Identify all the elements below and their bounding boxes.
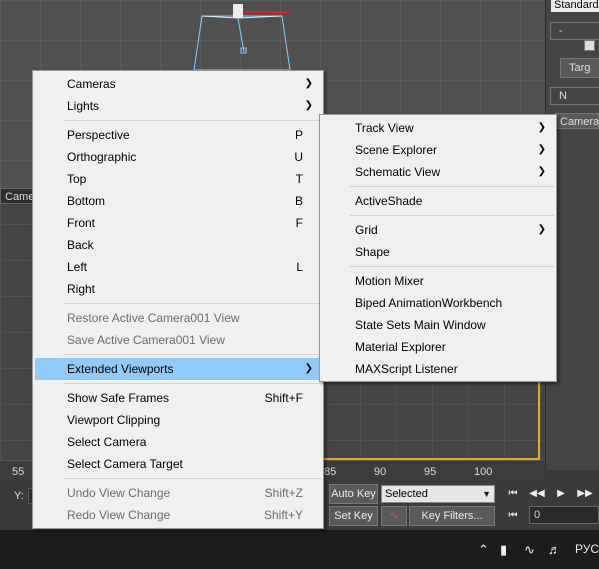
key-mode-value: Selected <box>385 488 428 500</box>
chevron-right-icon: ❯ <box>304 363 313 374</box>
menu-item-undo-view-change[interactable]: Undo View Change Shift+Z <box>35 482 321 504</box>
menu-item-lights[interactable]: Lights ❯ <box>35 95 321 117</box>
menu-item-show-safe-frames[interactable]: Show Safe Frames Shift+F <box>35 387 321 409</box>
menu-separator <box>63 383 321 384</box>
menu-item-left[interactable]: Left L <box>35 256 321 278</box>
menu-item-restore-active-camera-view[interactable]: Restore Active Camera001 View <box>35 307 321 329</box>
menu-separator <box>63 478 321 479</box>
menu-item-cameras[interactable]: Cameras ❯ <box>35 73 321 95</box>
y-coord-label: Y: <box>14 490 24 502</box>
current-frame-field[interactable]: 0 <box>529 506 599 524</box>
autogrid-checkbox[interactable] <box>584 40 595 51</box>
chevron-right-icon: ❯ <box>537 224 546 235</box>
chevron-right-icon: ❯ <box>304 78 313 89</box>
goto-start-icon[interactable]: ⏮ <box>504 487 522 501</box>
next-frame-icon[interactable]: ▶▶ <box>576 487 594 501</box>
prev-frame-icon[interactable]: ◀◀ <box>528 487 546 501</box>
submenu-item-grid[interactable]: Grid ❯ <box>322 219 554 241</box>
menu-separator <box>63 354 321 355</box>
submenu-item-shape[interactable]: Shape <box>322 241 554 263</box>
chevron-up-icon[interactable]: ⌃ <box>478 542 489 558</box>
submenu-item-schematic-view[interactable]: Schematic View ❯ <box>322 161 554 183</box>
timeline-tick: 90 <box>374 466 387 478</box>
target-button[interactable]: Targ <box>560 58 599 78</box>
menu-item-perspective[interactable]: Perspective P <box>35 124 321 146</box>
menu-item-right[interactable]: Right <box>35 278 321 300</box>
timeline-tick: 95 <box>424 466 437 478</box>
submenu-item-maxscript-listener[interactable]: MAXScript Listener <box>322 358 554 380</box>
submenu-item-material-explorer[interactable]: Material Explorer <box>322 336 554 358</box>
windows-taskbar: ⌃ ▮ ∿ ♬ РУС <box>0 530 599 569</box>
menu-item-select-camera-target[interactable]: Select Camera Target <box>35 453 321 475</box>
chevron-right-icon: ❯ <box>537 144 546 155</box>
timeline-tick: 55 <box>12 466 25 478</box>
safe-frame <box>318 380 540 460</box>
chevron-right-icon: ❯ <box>537 122 546 133</box>
camera-name-field[interactable]: Camera0 <box>555 113 599 129</box>
wifi-icon[interactable]: ∿ <box>524 542 535 558</box>
menu-separator <box>63 120 321 121</box>
battery-icon[interactable]: ▮ <box>500 542 507 558</box>
play-icon[interactable]: ▶ <box>552 487 570 501</box>
chevron-down-icon: ▼ <box>482 489 491 499</box>
menu-item-orthographic[interactable]: Orthographic U <box>35 146 321 168</box>
menu-item-viewport-clipping[interactable]: Viewport Clipping <box>35 409 321 431</box>
volume-icon[interactable]: ♬ <box>548 542 561 557</box>
camera-gizmo <box>193 4 291 70</box>
menu-item-front[interactable]: Front F <box>35 212 321 234</box>
submenu-item-track-view[interactable]: Track View ❯ <box>322 117 554 139</box>
menu-item-bottom[interactable]: Bottom B <box>35 190 321 212</box>
extended-viewports-submenu: Track View ❯ Scene Explorer ❯ Schematic … <box>319 114 557 382</box>
chevron-right-icon: ❯ <box>304 100 313 111</box>
viewport-context-menu: Cameras ❯ Lights ❯ Perspective P Orthogr… <box>32 70 324 529</box>
menu-item-save-active-camera-view[interactable]: Save Active Camera001 View <box>35 329 321 351</box>
submenu-item-scene-explorer[interactable]: Scene Explorer ❯ <box>322 139 554 161</box>
name-rollout-header[interactable]: N <box>550 87 599 105</box>
menu-item-select-camera[interactable]: Select Camera <box>35 431 321 453</box>
key-mode-dropdown[interactable]: Selected ▼ <box>381 485 495 503</box>
submenu-item-activeshade[interactable]: ActiveShade <box>322 190 554 212</box>
menu-item-extended-viewports[interactable]: Extended Viewports ❯ <box>35 358 321 380</box>
menu-separator <box>350 266 554 267</box>
menu-separator <box>350 186 554 187</box>
key-mode-toggle-icon[interactable]: ⏮ <box>504 509 522 523</box>
menu-separator <box>350 215 554 216</box>
submenu-item-biped-animation-workbench[interactable]: Biped AnimationWorkbench <box>322 292 554 314</box>
timeline-tick: 100 <box>474 466 493 478</box>
timeline-tick: 85 <box>324 466 337 478</box>
key-filters-button[interactable]: Key Filters... <box>409 506 495 526</box>
chevron-right-icon: ❯ <box>537 166 546 177</box>
menu-item-back[interactable]: Back <box>35 234 321 256</box>
menu-item-redo-view-change[interactable]: Redo View Change Shift+Y <box>35 504 321 526</box>
menu-separator <box>63 303 321 304</box>
set-key-button[interactable]: Set Key <box>329 506 378 526</box>
auto-key-button[interactable]: Auto Key <box>329 484 378 504</box>
set-key-icon[interactable]: ∿ <box>381 506 407 526</box>
menu-item-top[interactable]: Top T <box>35 168 321 190</box>
submenu-item-motion-mixer[interactable]: Motion Mixer <box>322 270 554 292</box>
object-type-dropdown[interactable]: Standard <box>551 0 599 12</box>
submenu-item-state-sets[interactable]: State Sets Main Window <box>322 314 554 336</box>
rollout-header[interactable]: - <box>550 22 599 40</box>
language-indicator[interactable]: РУС <box>575 542 599 556</box>
